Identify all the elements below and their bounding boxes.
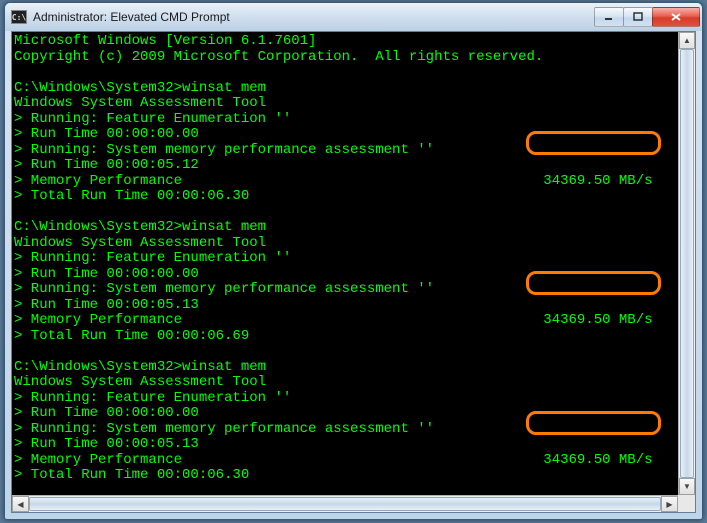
close-button[interactable]: [652, 7, 700, 27]
terminal-line: C:\Windows\System32>winsat mem: [14, 360, 695, 376]
window-controls: [595, 7, 700, 27]
maximize-icon: [633, 12, 643, 22]
scroll-left-button[interactable]: ◀: [12, 496, 29, 512]
terminal-line: > Run Time 00:00:05.13: [14, 298, 695, 314]
terminal-line: Windows System Assessment Tool: [14, 236, 695, 252]
scroll-thumb[interactable]: [29, 497, 661, 511]
terminal-line: C:\Windows\System32>winsat mem: [14, 220, 695, 236]
scroll-up-button[interactable]: ▲: [679, 32, 695, 49]
terminal-line: > Memory Performance 34369.50 MB/s: [14, 313, 695, 329]
terminal-line: Windows System Assessment Tool: [14, 96, 695, 112]
minimize-icon: [604, 12, 614, 22]
client-area: Microsoft Windows [Version 6.1.7601]Copy…: [11, 31, 696, 513]
close-icon: [670, 12, 682, 22]
terminal-line: > Running: System memory performance ass…: [14, 282, 695, 298]
terminal-line: [14, 205, 695, 221]
terminal-line: > Run Time 00:00:00.00: [14, 267, 695, 283]
terminal-line: [14, 344, 695, 360]
scroll-down-button[interactable]: ▼: [679, 478, 695, 495]
minimize-button[interactable]: [594, 7, 624, 27]
maximize-button[interactable]: [623, 7, 653, 27]
terminal-line: > Total Run Time 00:00:06.30: [14, 189, 695, 205]
terminal-output[interactable]: Microsoft Windows [Version 6.1.7601]Copy…: [12, 32, 695, 512]
terminal-line: [14, 65, 695, 81]
terminal-line: > Running: Feature Enumeration '': [14, 112, 695, 128]
terminal-line: C:\Windows\System32>winsat mem: [14, 81, 695, 97]
scroll-thumb[interactable]: [680, 49, 694, 478]
titlebar[interactable]: C:\ Administrator: Elevated CMD Prompt: [5, 3, 702, 31]
cmd-window: C:\ Administrator: Elevated CMD Prompt M…: [4, 2, 703, 520]
terminal-line: > Running: Feature Enumeration '': [14, 391, 695, 407]
terminal-line: > Memory Performance 34369.50 MB/s: [14, 174, 695, 190]
terminal-line: > Run Time 00:00:00.00: [14, 127, 695, 143]
window-title: Administrator: Elevated CMD Prompt: [33, 10, 595, 24]
scroll-track[interactable]: [29, 496, 661, 512]
vertical-scrollbar[interactable]: ▲ ▼: [678, 32, 695, 495]
terminal-line: > Run Time 00:00:05.12: [14, 158, 695, 174]
horizontal-scrollbar[interactable]: ◀ ▶: [12, 495, 678, 512]
terminal-line: > Running: System memory performance ass…: [14, 143, 695, 159]
terminal-line: > Running: System memory performance ass…: [14, 422, 695, 438]
terminal-line: > Total Run Time 00:00:06.30: [14, 468, 695, 484]
terminal-line: > Run Time 00:00:00.00: [14, 406, 695, 422]
cmd-icon: C:\: [11, 10, 27, 24]
terminal-line: Copyright (c) 2009 Microsoft Corporation…: [14, 50, 695, 66]
scroll-right-button[interactable]: ▶: [661, 496, 678, 512]
terminal-line: Windows System Assessment Tool: [14, 375, 695, 391]
scroll-corner: [678, 495, 695, 512]
terminal-line: > Run Time 00:00:05.13: [14, 437, 695, 453]
terminal-line: > Running: Feature Enumeration '': [14, 251, 695, 267]
terminal-line: > Total Run Time 00:00:06.69: [14, 329, 695, 345]
terminal-line: > Memory Performance 34369.50 MB/s: [14, 453, 695, 469]
terminal-line: Microsoft Windows [Version 6.1.7601]: [14, 34, 695, 50]
scroll-track[interactable]: [679, 49, 695, 478]
